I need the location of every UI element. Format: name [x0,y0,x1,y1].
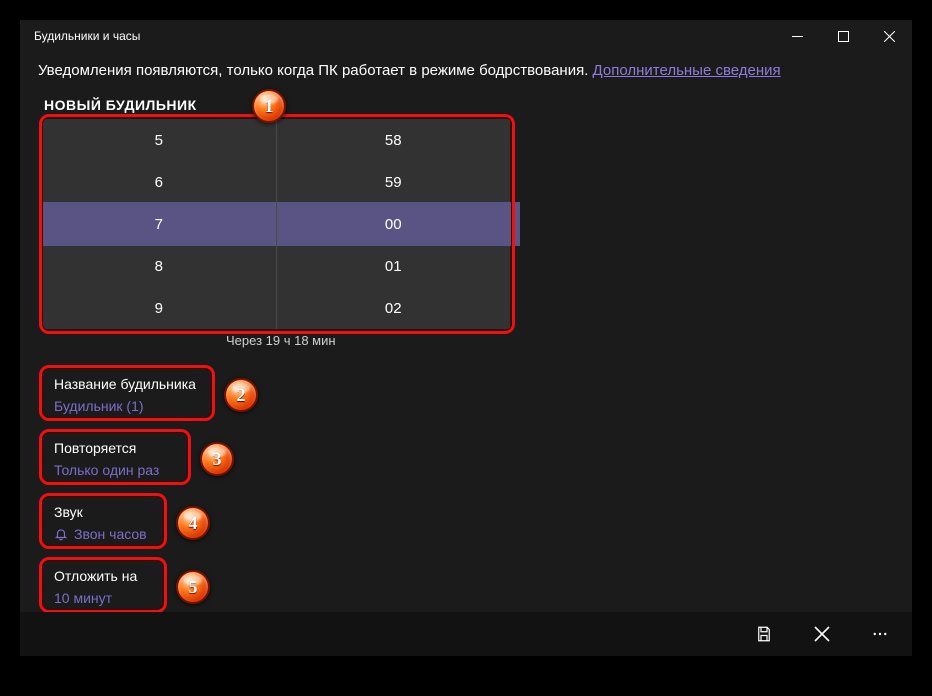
bottom-toolbar [20,612,912,656]
alarm-sound-text: Звон часов [74,526,147,542]
alarm-name-option[interactable]: Название будильника Будильник (1) 2 [42,368,898,422]
alarm-sound-value: Звон часов [54,526,147,542]
annotation-callout: 5 [176,570,210,604]
close-button[interactable] [866,20,912,52]
window-title: Будильники и часы [34,29,140,43]
notification-text: Уведомления появляются, только когда ПК … [38,62,593,79]
time-picker-container: 5 6 7 8 9 58 59 00 01 02 1 [42,119,520,329]
minute-option[interactable]: 02 [277,287,511,329]
cancel-button[interactable] [810,622,834,646]
time-until-alarm: Через 19 ч 18 мин [34,329,898,358]
alarm-snooze-option[interactable]: Отложить на 10 минут 5 [42,560,898,614]
hour-option[interactable]: 6 [42,161,276,203]
titlebar: Будильники и часы [20,20,912,52]
section-title: НОВЫЙ БУДИЛЬНИК [34,93,898,119]
alarm-snooze-value: 10 минут [54,590,137,606]
alarm-snooze-label: Отложить на [54,568,137,584]
alarm-repeat-label: Повторяется [54,440,159,456]
alarm-name-label: Название будильника [54,376,196,392]
learn-more-link[interactable]: Дополнительные сведения [593,62,781,79]
bell-icon [54,527,68,541]
window-controls [774,20,912,52]
more-button[interactable] [868,622,892,646]
annotation-callout: 3 [200,442,234,476]
alarm-sound-option[interactable]: Звук Звон часов 4 [42,496,898,550]
notification-message: Уведомления появляются, только когда ПК … [34,52,898,93]
annotation-callout: 4 [176,506,210,540]
hour-option[interactable]: 5 [42,119,276,161]
minute-option-selected[interactable]: 00 [277,203,511,245]
content-area: Уведомления появляются, только когда ПК … [20,52,912,614]
save-button[interactable] [752,622,776,646]
alarm-repeat-value: Только один раз [54,462,159,478]
alarm-name-value: Будильник (1) [54,398,196,414]
minute-option[interactable]: 58 [277,119,511,161]
time-picker[interactable]: 5 6 7 8 9 58 59 00 01 02 [42,119,510,329]
minimize-button[interactable] [774,20,820,52]
hours-column[interactable]: 5 6 7 8 9 [42,119,276,329]
hour-option-selected[interactable]: 7 [42,203,276,245]
annotation-callout: 2 [224,378,258,412]
minute-option[interactable]: 01 [277,245,511,287]
minutes-column[interactable]: 58 59 00 01 02 [276,119,511,329]
alarm-sound-label: Звук [54,504,147,520]
hour-option[interactable]: 9 [42,287,276,329]
app-window: Будильники и часы Уведомления появляются… [20,20,912,656]
annotation-callout: 1 [252,89,286,123]
alarm-repeat-option[interactable]: Повторяется Только один раз 3 [42,432,898,486]
hour-option[interactable]: 8 [42,245,276,287]
maximize-button[interactable] [820,20,866,52]
minute-option[interactable]: 59 [277,161,511,203]
